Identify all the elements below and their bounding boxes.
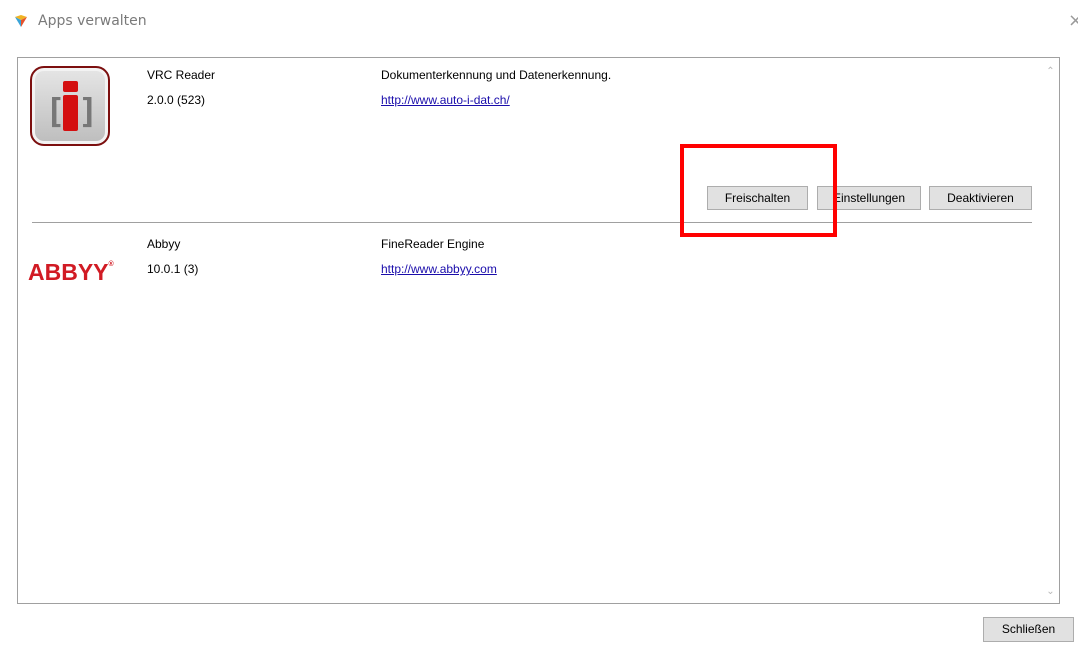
chevron-down-icon[interactable]: ⌄	[1045, 586, 1056, 597]
abbyy-logo-icon: ABBYY®	[28, 259, 114, 285]
app-description: FineReader Engine	[381, 237, 485, 251]
app-icon	[15, 15, 27, 27]
vrc-reader-logo-icon: [ ]	[30, 66, 110, 146]
close-icon[interactable]: ×	[1068, 10, 1078, 31]
list-item: [ ] VRC Reader 2.0.0 (523) Dokumenterken…	[18, 58, 1038, 222]
app-version: 2.0.0 (523)	[147, 93, 206, 107]
app-link[interactable]: http://www.abbyy.com	[381, 262, 497, 276]
highlight-box	[680, 144, 837, 237]
close-button[interactable]: Schließen	[983, 617, 1074, 642]
app-name: VRC Reader	[147, 68, 216, 82]
vertical-scrollbar[interactable]: ⌃ ⌄	[1042, 58, 1059, 603]
deaktivieren-button[interactable]: Deaktivieren	[929, 186, 1032, 210]
apps-list: [ ] VRC Reader 2.0.0 (523) Dokumenterken…	[17, 57, 1060, 604]
list-item: ABBYY® Abbyy 10.0.1 (3) FineReader Engin…	[18, 223, 1038, 343]
chevron-up-icon[interactable]: ⌃	[1045, 66, 1056, 77]
app-name: Abbyy	[147, 237, 181, 251]
title-bar: Apps verwalten ×	[0, 0, 1078, 40]
window-title: Apps verwalten	[38, 13, 147, 29]
app-version: 10.0.1 (3)	[147, 262, 199, 276]
app-description: Dokumenterkennung und Datenerkennung.	[381, 68, 612, 82]
app-link[interactable]: http://www.auto-i-dat.ch/	[381, 93, 510, 107]
